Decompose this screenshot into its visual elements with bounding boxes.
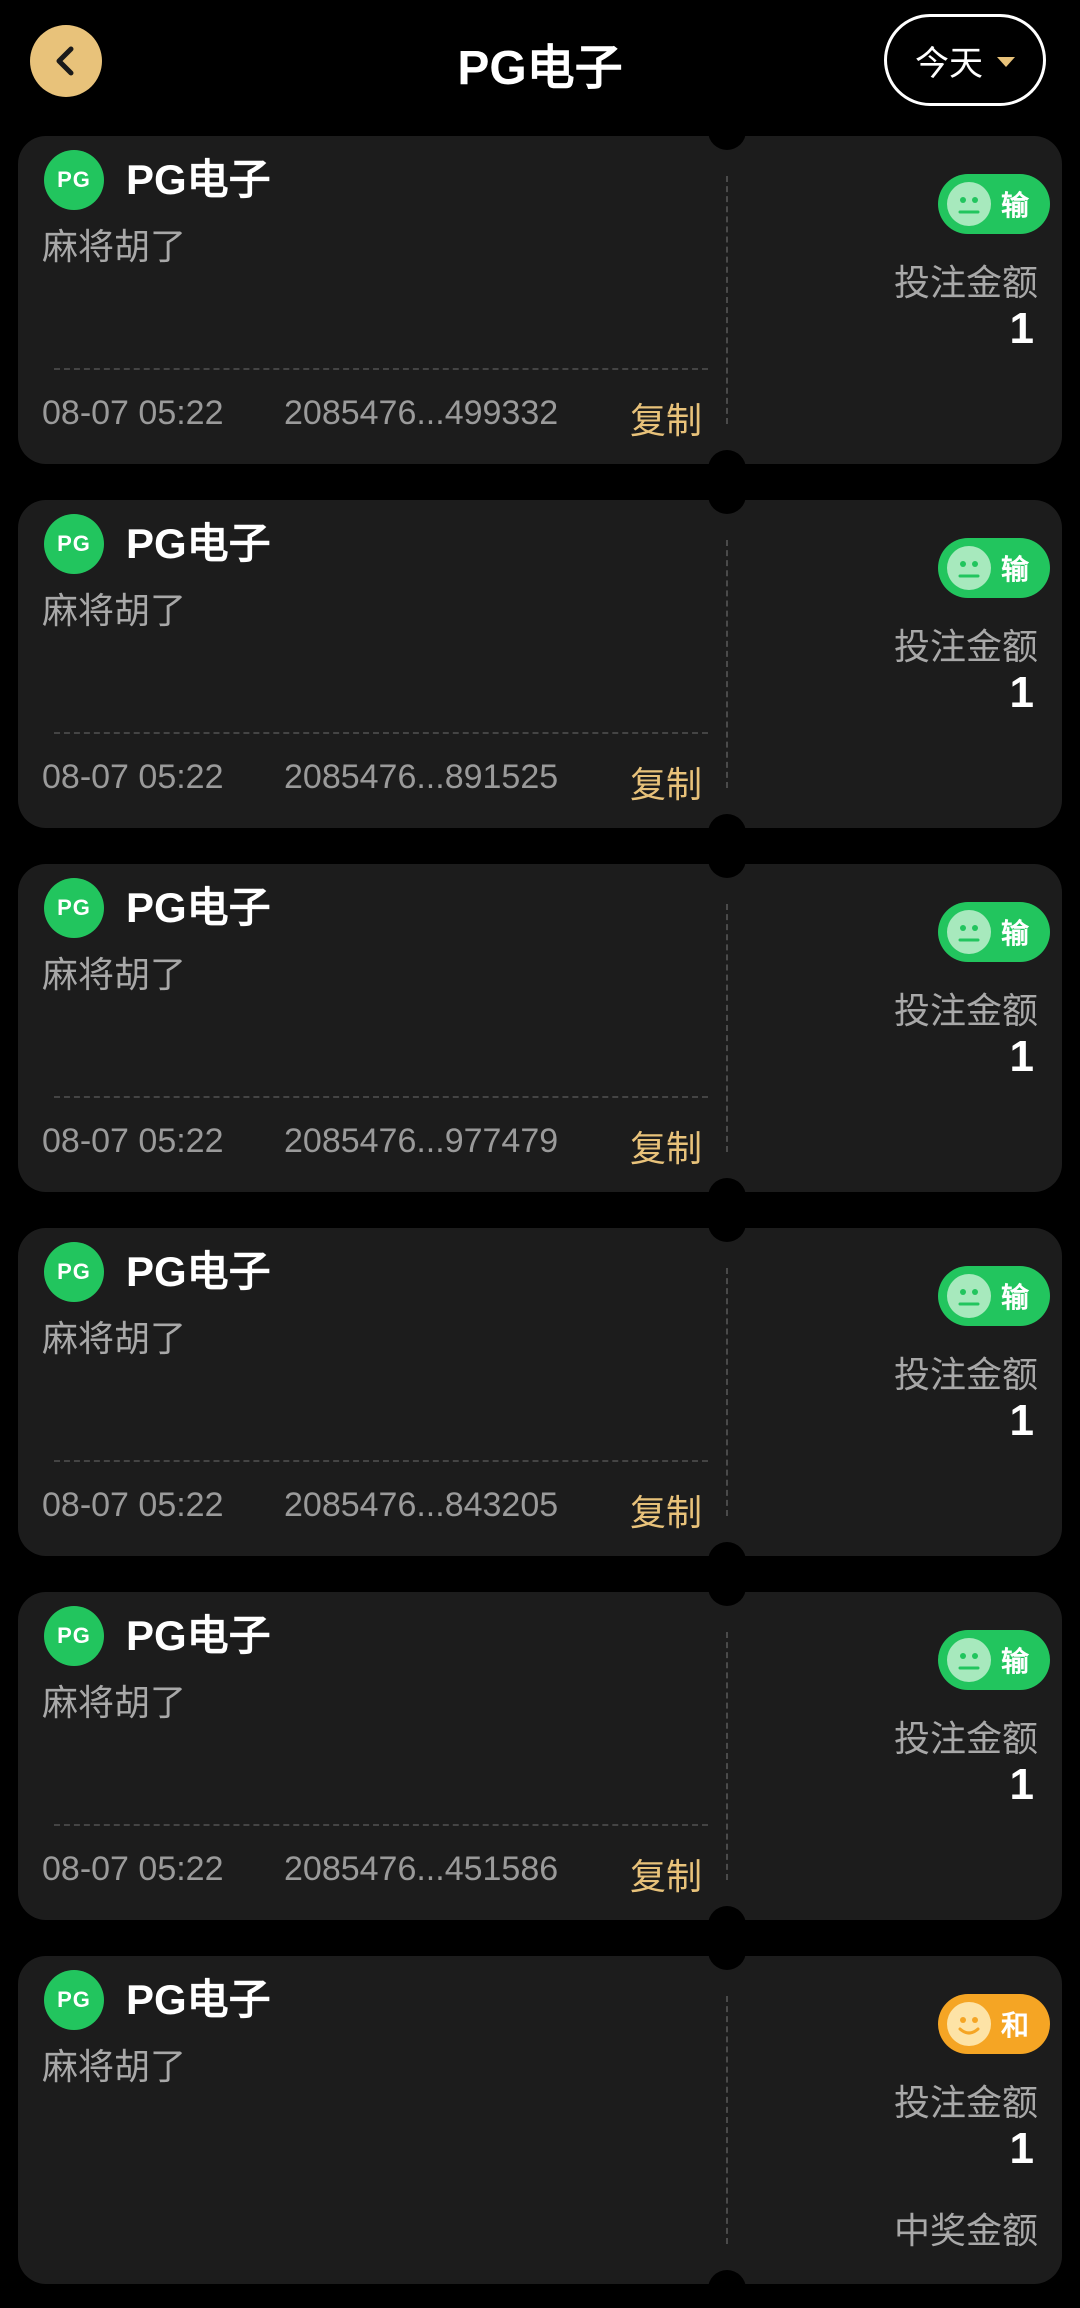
ticket-notch [708,2270,746,2308]
neutral-face-icon [947,1274,991,1318]
bet-record-list: PG PG电子 麻将胡了 08-07 05:22 2085476...499332 复制输… [0,0,1080,2308]
game-name: 麻将胡了 [42,1682,187,1723]
provider-name: PG电子 [126,156,271,203]
order-number: 2085476...843205 [284,1486,559,1524]
order-number: 2085476...451586 [284,1850,559,1888]
game-name: 麻将胡了 [42,226,187,267]
ticket-notch [708,112,746,150]
bet-amount-label: 投注金额 [893,1354,1038,1395]
ticket-divider [726,540,728,788]
result-badge: 输 [938,538,1050,598]
bet-time: 08-07 05:22 [42,1850,224,1888]
ticket-divider [726,1996,728,2244]
provider-logo: PG [44,1970,104,2030]
game-name: 麻将胡了 [42,1318,187,1359]
bet-time: 08-07 05:22 [42,394,224,432]
result-badge: 输 [938,174,1050,234]
ticket-notch [708,1568,746,1606]
neutral-face-icon [947,546,991,590]
dashed-divider [54,1460,708,1462]
prize-amount-label: 中奖金额 [893,2210,1038,2251]
copy-button[interactable]: 复制 [630,1120,702,1172]
bet-amount-value: 1 [1009,1396,1034,1445]
copy-button[interactable]: 复制 [630,1848,702,1900]
result-badge: 输 [938,902,1050,962]
ticket-divider [726,176,728,424]
bet-record-card[interactable]: PG PG电子麻将胡了 08-07 05:22 2085476...843205 复制 输… [18,1204,1062,1580]
dashed-divider [54,1824,708,1826]
bet-amount-label: 投注金额 [893,990,1038,1031]
result-label: 输 [1001,1282,1030,1313]
bet-record-card[interactable]: PG PG电子麻将胡了 08-07 05:22 2085476...499332 复制 输… [18,112,1062,488]
neutral-face-icon [947,182,991,226]
bet-amount-label: 投注金额 [893,262,1038,303]
result-badge: 和 [938,1994,1050,2054]
result-label: 输 [1001,1646,1030,1677]
dashed-divider [54,1096,708,1098]
neutral-face-icon [947,910,991,954]
bet-record-card[interactable]: PG PG电子麻将胡了 08-07 05:22 2085476...891525 复制 输… [18,476,1062,852]
copy-button[interactable]: 复制 [630,392,702,444]
ticket-divider [726,1632,728,1880]
ticket-notch [708,1204,746,1242]
bet-time: 08-07 05:22 [42,758,224,796]
bet-amount-value: 1 [1009,2124,1034,2173]
bet-amount-value: 1 [1009,1760,1034,1809]
result-label: 输 [1001,190,1030,221]
provider-logo: PG [44,514,104,574]
copy-button[interactable]: 复制 [630,1484,702,1536]
order-number: 2085476...891525 [284,758,559,796]
ticket-divider [726,904,728,1152]
game-name: 麻将胡了 [42,954,187,995]
bet-amount-label: 投注金额 [893,1718,1038,1759]
result-label: 输 [1001,918,1030,949]
order-number: 2085476...977479 [284,1122,559,1160]
dashed-divider [54,368,708,370]
copy-button[interactable]: 复制 [630,756,702,808]
game-name: 麻将胡了 [42,590,187,631]
result-label: 输 [1001,554,1030,585]
ticket-notch [708,476,746,514]
bet-record-card[interactable]: PG PG电子麻将胡了 08-07 05:22 2085476...451586 复制 输… [18,1568,1062,1944]
provider-logo: PG [44,878,104,938]
game-name: 麻将胡了 [42,2046,187,2087]
bet-amount-value: 1 [1009,304,1034,353]
bet-time: 08-07 05:22 [42,1486,224,1524]
order-number: 2085476...499332 [284,394,559,432]
bet-amount-value: 1 [1009,1032,1034,1081]
bet-record-card[interactable]: PG PG电子麻将胡了 和投注金额 1 中奖金额 [18,1932,1062,2308]
bet-record-card[interactable]: PG PG电子麻将胡了 08-07 05:22 2085476...977479 复制 输… [18,840,1062,1216]
bet-amount-label: 投注金额 [893,2082,1038,2123]
bet-time: 08-07 05:22 [42,1122,224,1160]
provider-logo: PG [44,1606,104,1666]
provider-name: PG电子 [126,884,271,931]
provider-logo: PG [44,150,104,210]
provider-logo: PG [44,1242,104,1302]
dashed-divider [54,732,708,734]
ticket-notch [708,1932,746,1970]
ticket-notch [708,840,746,878]
provider-name: PG电子 [126,1612,271,1659]
provider-name: PG电子 [126,520,271,567]
result-badge: 输 [938,1630,1050,1690]
result-badge: 输 [938,1266,1050,1326]
ticket-divider [726,1268,728,1516]
bet-amount-label: 投注金额 [893,626,1038,667]
provider-name: PG电子 [126,1248,271,1295]
smile-face-icon [947,2002,991,2046]
neutral-face-icon [947,1638,991,1682]
provider-name: PG电子 [126,1976,271,2023]
result-label: 和 [1001,2010,1030,2041]
bet-amount-value: 1 [1009,668,1034,717]
